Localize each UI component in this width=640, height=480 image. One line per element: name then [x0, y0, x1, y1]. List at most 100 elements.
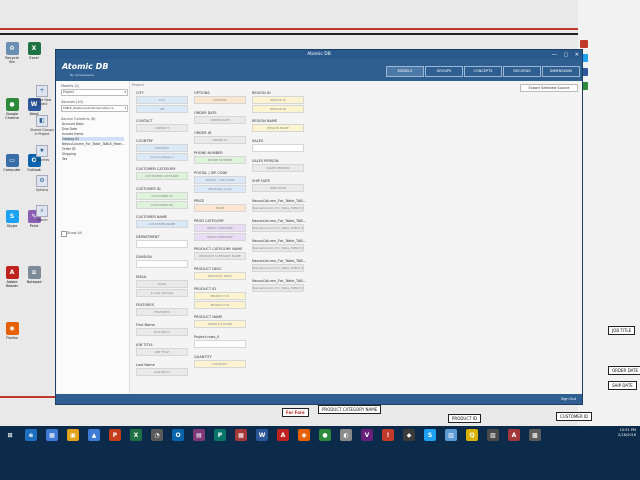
nav-tab-dimensions[interactable]: DIMENSIONS [542, 66, 580, 77]
field-value-box[interactable]: QUANTITY [194, 360, 246, 368]
sidebar-button[interactable]: + Create New Project [30, 85, 54, 106]
taskbar-app-icon[interactable]: ▣ [67, 429, 79, 441]
taskbar-app-icon[interactable]: ◔ [151, 429, 163, 441]
field-card[interactable]: JOB TITLE JOB TITLE [136, 343, 188, 356]
field-value-box[interactable]: CUSTOMER NO [136, 201, 188, 209]
taskbar-app-icon[interactable]: ◐ [340, 429, 352, 441]
field-value-box[interactable]: ZIP/Postal Code [194, 185, 246, 193]
field-card[interactable]: DIVISION [136, 255, 188, 268]
taskbar-app-icon[interactable]: ▲ [88, 429, 100, 441]
field-value-box[interactable]: NexusColumn_For_Table_TABLE_R... [252, 244, 304, 252]
field-value-box[interactable]: PRODUCT ID [194, 301, 246, 309]
taskbar-app-icon[interactable]: ▦ [235, 429, 247, 441]
field-card[interactable]: SALES [252, 139, 304, 152]
sidebar-button[interactable]: ◧ Shared Groups in Project [30, 115, 54, 136]
tree-item[interactable]: Invoice Items [62, 132, 83, 136]
field-value-box[interactable]: PHONE NUMBER [194, 156, 246, 164]
field-card[interactable]: SALES PERSON SALES PERSON [252, 159, 304, 172]
taskbar-app-icon[interactable]: ◆ [403, 429, 415, 441]
field-value-box[interactable]: POSTAL / ZIP CODE [194, 176, 246, 184]
nav-tab-models[interactable]: MODELS [386, 66, 424, 77]
taskbar-app-icon[interactable]: P [109, 429, 121, 441]
field-card[interactable]: NexusColumn_For_Table_TAB... NexusColumn_… [252, 199, 306, 212]
taskbar-app-icon[interactable]: ▧ [487, 429, 499, 441]
field-value-box[interactable]: CITY [136, 96, 188, 104]
field-value-box[interactable]: PRODUCT ID [194, 292, 246, 300]
field-card[interactable]: Last Name Last Name [136, 363, 188, 376]
field-value-box[interactable]: SHIP DATE [252, 184, 304, 192]
sidebar-button[interactable]: ⚙ Options [30, 175, 54, 192]
field-card[interactable]: EMAIL Email E-mail Address [136, 275, 188, 297]
field-card[interactable]: PRODUCT ID PRODUCT ID PRODUCT ID [194, 287, 246, 309]
taskbar-app-icon[interactable]: P [214, 429, 226, 441]
field-card[interactable]: NexusColumn_For_Table_TAB... NexusColumn_… [252, 239, 306, 252]
taskbar-clock[interactable]: 10:51 PM 2/16/2016 [618, 428, 636, 438]
field-card[interactable]: POSTAL / ZIP CODE POSTAL / ZIP CODE ZIP/Po… [194, 171, 246, 193]
field-value-box[interactable]: PRODUCT DESC [194, 272, 246, 280]
field-card[interactable]: CUSTOMER ID CUSTOMER ID CUSTOMER NO [136, 187, 188, 209]
taskbar-app-icon[interactable]: ▥ [445, 429, 457, 441]
field-card[interactable]: SHIP DATE SHIP DATE [252, 179, 304, 192]
field-value-box[interactable]: NexusColumn_For_Table_TABLE_R... [252, 284, 304, 292]
desktop-icon[interactable]: ◉ Firefox [2, 322, 22, 340]
field-value-box[interactable]: REGION ID [252, 105, 304, 113]
field-value-box[interactable]: CONTACT [136, 124, 188, 132]
field-card[interactable]: FEATURES FEATURES [136, 303, 188, 316]
field-card[interactable]: COUNTRY COUNTRY Country/Region [136, 139, 188, 161]
field-value-box[interactable] [136, 240, 188, 248]
taskbar-app-icon[interactable]: e [25, 429, 37, 441]
field-value-box[interactable]: PRODUCT CATEGORY NAME [194, 252, 246, 260]
sidebar-button[interactable]: ★ Favorites [30, 145, 54, 162]
field-value-box[interactable]: ORDER ID [194, 136, 246, 144]
field-card[interactable]: ORDER DATE ORDER DATE [194, 111, 246, 124]
taskbar-app-icon[interactable]: ● [319, 429, 331, 441]
close-button[interactable]: ✕ [575, 52, 579, 58]
field-card[interactable]: CONTACT CONTACT [136, 119, 188, 132]
field-value-box[interactable] [136, 260, 188, 268]
field-value-box[interactable]: REGION NAME [252, 124, 304, 132]
desktop-icon[interactable]: A Adobe Reader [2, 266, 22, 288]
field-value-box[interactable]: First Name [136, 328, 188, 336]
field-card[interactable]: Project.rows_0 [194, 335, 246, 348]
taskbar-app-icon[interactable]: ◉ [298, 429, 310, 441]
taskbar-app-icon[interactable]: S [424, 429, 436, 441]
field-card[interactable]: ORDER ID ORDER ID [194, 131, 246, 144]
field-card[interactable]: REGION ID REGION ID REGION ID [252, 91, 304, 113]
field-value-box[interactable]: Email [136, 280, 188, 288]
desktop-icon[interactable]: ♻ Recycle Bin [2, 42, 22, 64]
taskbar-app-icon[interactable]: V [361, 429, 373, 441]
field-card[interactable]: PROD CATEGORY PROD CATEGORY PROD CATEGORY [194, 219, 246, 241]
field-value-box[interactable]: NexusColumn_For_Table_TABLE_R... [252, 204, 304, 212]
taskbar-app-icon[interactable]: ▩ [529, 429, 541, 441]
sources-select[interactable]: TABLE_RelationalizedSchemaSource [61, 105, 128, 112]
nav-tab-records[interactable]: RECORDS [503, 66, 541, 77]
field-card[interactable]: NexusColumn_For_Table_TAB... NexusColumn_… [252, 219, 306, 232]
field-value-box[interactable]: PROD CATEGORY [194, 224, 246, 232]
taskbar-app-icon[interactable]: ▦ [46, 429, 58, 441]
tree-item[interactable]: Due Date [62, 127, 77, 131]
nav-tab-concepts[interactable]: CONCEPTS [464, 66, 502, 77]
models-select[interactable]: Project [61, 89, 128, 96]
field-card[interactable]: CUSTOMER NAME CUSTOMER NAME [136, 215, 188, 228]
window-title-bar[interactable]: Atomic DB — ▢ ✕ [56, 50, 582, 59]
field-card[interactable]: PRODUCT DESC PRODUCT DESC [194, 267, 246, 280]
desktop-icon[interactable]: ▭ Computer [2, 154, 22, 172]
field-card[interactable]: NexusColumn_For_Table_TAB... NexusColumn_… [252, 279, 306, 292]
taskbar-app-icon[interactable]: W [256, 429, 268, 441]
desktop-icon[interactable]: ≡ Notepad [24, 266, 44, 284]
taskbar-app-icon[interactable]: Q [466, 429, 478, 441]
tree-item[interactable]: Order ID [62, 147, 75, 151]
toolbar-icon[interactable] [580, 40, 588, 48]
nav-tab-groups[interactable]: GROUPS [425, 66, 463, 77]
taskbar-app-icon[interactable]: X [130, 429, 142, 441]
field-value-box[interactable]: FEATURES [136, 308, 188, 316]
sidebar-button[interactable]: ⌕ Search [30, 205, 54, 222]
field-value-box[interactable]: CUSTOMER NAME [136, 220, 188, 228]
field-card[interactable]: CUSTOMER CATEGORY CUSTOMER CATEGORY [136, 167, 188, 180]
field-value-box[interactable]: PRODUCT NAME [194, 320, 246, 328]
field-value-box[interactable]: NexusColumn_For_Table_TABLE_R... [252, 264, 304, 272]
taskbar-app-icon[interactable]: ▤ [193, 429, 205, 441]
taskbar-app-icon[interactable]: A [277, 429, 289, 441]
taskbar-app-icon[interactable]: ! [382, 429, 394, 441]
start-button[interactable]: ⊞ [4, 429, 16, 441]
